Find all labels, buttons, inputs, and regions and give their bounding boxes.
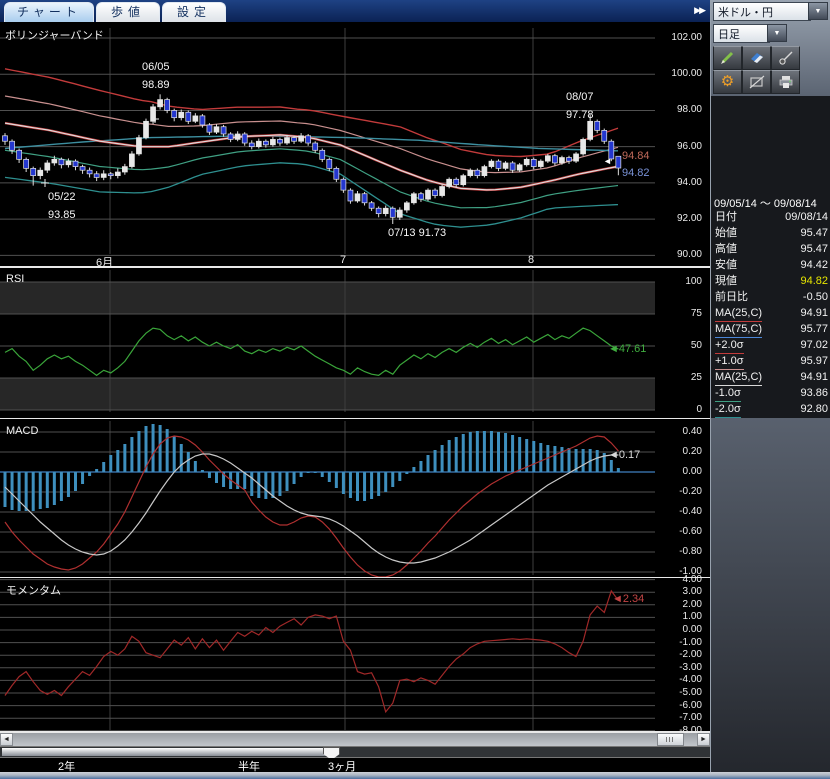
- quote-row: MA(25,C) 94.91: [712, 370, 830, 386]
- quote-row-value: 95.47: [800, 226, 828, 242]
- quote-row-label: 日付: [715, 210, 737, 226]
- quote-row-value: 97.02: [800, 338, 828, 354]
- quote-row-label: 始値: [715, 226, 737, 242]
- quote-row-value: 09/08/14: [785, 210, 828, 226]
- quote-row-label: +1.0σ: [715, 354, 744, 370]
- gear-icon: ⚙: [721, 75, 734, 89]
- quote-row-label: MA(75,C): [715, 322, 762, 338]
- chart-horizontal-scrollbar[interactable]: ◄ ►: [0, 733, 710, 746]
- eraser-tool-button[interactable]: [742, 46, 771, 70]
- period-slider-fill: [2, 748, 330, 756]
- quote-row: 日付 09/08/14: [712, 210, 830, 226]
- quote-row-value: 94.42: [800, 258, 828, 274]
- quote-row-value: 94.91: [800, 306, 828, 322]
- quote-row: +2.0σ 97.02: [712, 338, 830, 354]
- quote-row: 始値 95.47: [712, 226, 830, 242]
- screen-tool-button[interactable]: [742, 70, 771, 94]
- pencil-tool-button[interactable]: [713, 46, 742, 70]
- quote-row: -2.0σ 92.80: [712, 402, 830, 418]
- scroll-right-button[interactable]: ►: [697, 733, 710, 746]
- right-panel-empty-area: [711, 418, 830, 779]
- trendline-icon: [778, 51, 794, 65]
- chart-settings-button[interactable]: ⚙: [713, 70, 742, 94]
- print-button[interactable]: [771, 70, 800, 94]
- quote-row-value: 94.82: [800, 274, 828, 290]
- pencil-icon: [720, 51, 736, 65]
- period-select[interactable]: 日足: [713, 24, 770, 43]
- quote-row: 現値 94.82: [712, 274, 830, 290]
- quote-row-label: MA(25,C): [715, 306, 762, 322]
- line-tool-button[interactable]: [771, 46, 800, 70]
- period-select-arrow-icon[interactable]: ▼: [767, 24, 787, 42]
- quote-row-value: 92.80: [800, 402, 828, 418]
- quote-row-value: -0.50: [803, 290, 828, 306]
- scrollbar-thumb[interactable]: [657, 733, 684, 746]
- quote-row-value: 95.97: [800, 354, 828, 370]
- chart-application-window: チャート 歩値 設定 ▶▶ ボリンジャーバンド RSI MACD モメンタム 1…: [0, 0, 830, 779]
- quote-row: 前日比 -0.50: [712, 290, 830, 306]
- quote-row: 安値 94.42: [712, 258, 830, 274]
- symbol-select-arrow-icon[interactable]: ▼: [808, 2, 828, 20]
- eraser-icon: [749, 51, 765, 65]
- window-bottom-edge: [0, 772, 830, 779]
- quote-row-value: 93.86: [800, 386, 828, 402]
- quote-data-panel: 09/05/14 ～ 09/08/14 日付 09/08/14 始値 95.47 高値 9…: [711, 96, 830, 418]
- right-panel: 米ドル・円 ▼ 日足 ▼: [710, 0, 830, 779]
- charts-canvas: [0, 0, 710, 733]
- quote-row-value: 95.77: [800, 322, 828, 338]
- symbol-select[interactable]: 米ドル・円: [713, 2, 811, 21]
- quote-row: +1.0σ 95.97: [712, 354, 830, 370]
- period-range-slider[interactable]: [0, 746, 710, 758]
- date-range-label: 09/05/14 ～ 09/08/14: [714, 195, 817, 211]
- scrollbar-track[interactable]: [13, 733, 697, 746]
- scroll-left-button[interactable]: ◄: [0, 733, 13, 746]
- period-labels-bar: 2年 半年 3ヶ月: [0, 758, 710, 772]
- quote-row: -1.0σ 93.86: [712, 386, 830, 402]
- quote-row-value: 95.47: [800, 242, 828, 258]
- screen-slash-icon: [749, 75, 765, 89]
- quote-row: 高値 95.47: [712, 242, 830, 258]
- quote-row-label: 安値: [715, 258, 737, 274]
- scrollbar-grip-icon: [666, 737, 675, 742]
- quote-row-label: +2.0σ: [715, 338, 744, 354]
- quote-row: MA(75,C) 95.77: [712, 322, 830, 338]
- quote-row-label: 現値: [715, 274, 737, 290]
- quote-row: MA(25,C) 94.91: [712, 306, 830, 322]
- printer-icon: [778, 75, 794, 89]
- quote-row-value: 94.91: [800, 370, 828, 386]
- quote-row-label: -1.0σ: [715, 386, 741, 402]
- quote-row-label: 高値: [715, 242, 737, 258]
- quote-row-label: 前日比: [715, 290, 748, 306]
- quote-row-label: MA(25,C): [715, 370, 762, 386]
- quote-row-label: -2.0σ: [715, 402, 741, 418]
- right-panel-header: 米ドル・円 ▼ 日足 ▼: [711, 0, 830, 96]
